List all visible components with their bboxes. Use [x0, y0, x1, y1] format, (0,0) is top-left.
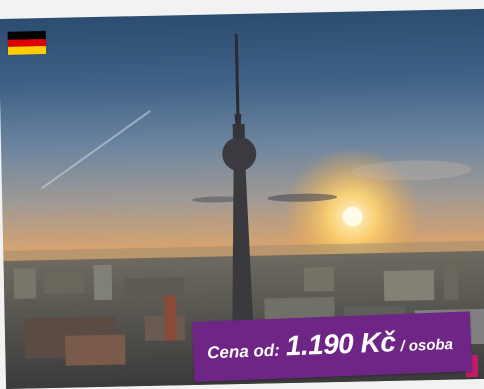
price-label: Cena od:: [206, 340, 281, 363]
price-value: 1.190 Kč: [285, 326, 396, 362]
flag-stripe-gold: [7, 46, 47, 55]
germany-flag-icon: [7, 31, 47, 55]
price-unit: / osoba: [400, 336, 454, 356]
price-badge[interactable]: Cena od: 1.190 Kč / osoba: [192, 311, 473, 382]
price-text: Cena od: 1.190 Kč / osoba: [206, 324, 453, 365]
